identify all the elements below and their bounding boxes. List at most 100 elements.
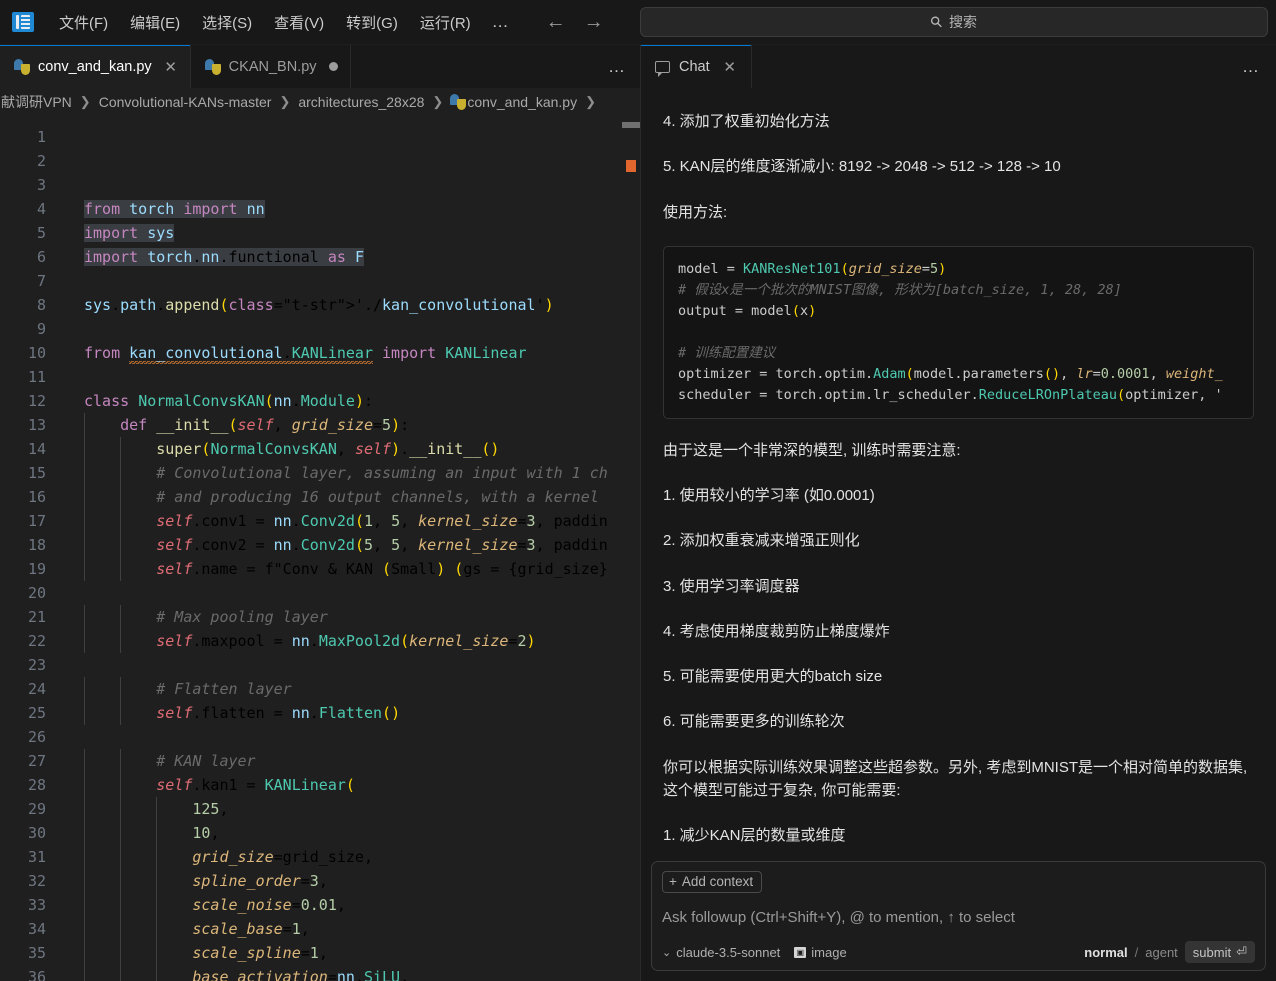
- code-line[interactable]: self.conv1 = nn.Conv2d(1, 5, kernel_size…: [62, 509, 640, 533]
- add-context-button[interactable]: + Add context: [662, 871, 763, 893]
- code-line[interactable]: grid_size=grid_size,: [62, 845, 640, 869]
- code-line[interactable]: sys.path.append(class="t-str">'./kan_con…: [62, 293, 640, 317]
- model-selector[interactable]: ⌄ claude-3.5-sonnet: [662, 945, 780, 960]
- code-block-line: # 假设x是一个批次的MNIST图像, 形状为[batch_size, 1, 2…: [678, 281, 1122, 298]
- indent-guide: [120, 773, 122, 797]
- menu-selection[interactable]: 选择(S): [193, 8, 261, 37]
- breadcrumb-item-1[interactable]: Convolutional-KANs-master: [98, 94, 273, 110]
- menu-file[interactable]: 文件(F): [50, 8, 117, 37]
- code-line[interactable]: [62, 725, 640, 749]
- line-number: 26: [27, 728, 46, 746]
- menu-overflow-button[interactable]: …: [482, 12, 520, 32]
- code-line-text: import sys: [84, 224, 175, 242]
- code-line[interactable]: 125,: [62, 797, 640, 821]
- chat-input-box[interactable]: + Add context Ask followup (Ctrl+Shift+Y…: [651, 861, 1266, 971]
- code-line[interactable]: base_activation=nn.SiLU,: [62, 965, 640, 981]
- code-line[interactable]: self.maxpool = nn.MaxPool2d(kernel_size=…: [62, 629, 640, 653]
- code-line[interactable]: scale_noise=0.01,: [62, 893, 640, 917]
- mode-normal-button[interactable]: normal: [1084, 945, 1127, 960]
- line-number: 32: [27, 872, 46, 890]
- line-number: 3: [36, 176, 46, 194]
- indent-guide: [120, 629, 122, 653]
- scrollbar-thumb[interactable]: [622, 122, 640, 128]
- indent-guide: [84, 749, 85, 773]
- chat-message-list[interactable]: 4. 添加了权重初始化方法 5. KAN层的维度逐渐减小: 8192 -> 20…: [641, 88, 1276, 855]
- line-number: 35: [27, 944, 46, 962]
- code-line[interactable]: from kan_convolutional.KANLinear import …: [62, 341, 640, 365]
- breadcrumb-item-3[interactable]: conv_and_kan.py: [466, 94, 578, 110]
- menu-view[interactable]: 查看(V): [265, 8, 333, 37]
- code-line[interactable]: self.flatten = nn.Flatten(): [62, 701, 640, 725]
- line-number: 20: [27, 584, 46, 602]
- code-line[interactable]: def __init__(self, grid_size=5):: [62, 413, 640, 437]
- code-line-text: scale_base=1,: [192, 920, 310, 938]
- code-line[interactable]: self.kan1 = KANLinear(: [62, 773, 640, 797]
- tab-chat[interactable]: Chat ✕: [641, 45, 752, 88]
- editor-more-actions-button[interactable]: …: [608, 45, 640, 88]
- followup-input-placeholder[interactable]: Ask followup (Ctrl+Shift+Y), @ to mentio…: [662, 909, 1255, 926]
- submit-button[interactable]: submit ⏎: [1184, 941, 1255, 963]
- tab-conv-and-kan[interactable]: conv_and_kan.py ✕: [0, 45, 191, 88]
- code-content[interactable]: from torch import nn import sys import tor…: [62, 115, 640, 981]
- image-attach-button[interactable]: ▣ image: [794, 945, 847, 960]
- menu-run[interactable]: 运行(R): [411, 8, 480, 37]
- breadcrumb-separator-icon: ❯: [432, 93, 444, 109]
- indent-guide: [156, 821, 158, 845]
- code-line-text: 10,: [192, 824, 220, 842]
- code-line[interactable]: # KAN layer: [62, 749, 640, 773]
- code-line[interactable]: scale_base=1,: [62, 917, 640, 941]
- code-line-text: # Flatten layer: [84, 680, 292, 698]
- editor-scrollbar[interactable]: [622, 115, 640, 981]
- code-line[interactable]: [62, 317, 640, 341]
- breadcrumb-item-0[interactable]: 献调研VPN: [0, 92, 73, 112]
- chat-input-footer: ⌄ claude-3.5-sonnet ▣ image normal / age…: [662, 931, 1255, 963]
- code-line[interactable]: 10,: [62, 821, 640, 845]
- code-line[interactable]: # Max pooling layer: [62, 605, 640, 629]
- menu-edit[interactable]: 编辑(E): [121, 8, 189, 37]
- back-arrow-icon[interactable]: ←: [546, 12, 566, 32]
- indent-guide: [120, 485, 122, 509]
- close-icon[interactable]: ✕: [723, 58, 737, 76]
- code-line[interactable]: [62, 269, 640, 293]
- tab-ckan-bn[interactable]: CKAN_BN.py: [190, 45, 351, 88]
- code-line[interactable]: [62, 581, 640, 605]
- code-line[interactable]: from torch import nn: [62, 197, 640, 221]
- code-line-text: from kan_convolutional.KANLinear import …: [84, 344, 527, 364]
- breadcrumb-separator-icon: ❯: [585, 93, 596, 109]
- dirty-indicator-icon: [328, 62, 338, 71]
- code-line[interactable]: [62, 365, 640, 389]
- code-line[interactable]: import torch.nn.functional as F: [62, 245, 640, 269]
- mode-agent-button[interactable]: agent: [1145, 945, 1178, 960]
- indent-guide: [156, 869, 158, 893]
- code-line[interactable]: import sys: [62, 221, 640, 245]
- code-line[interactable]: # Convolutional layer, assuming an input…: [62, 461, 640, 485]
- mode-separator: /: [1134, 944, 1139, 960]
- enter-key-icon: ⏎: [1236, 944, 1247, 959]
- indent-guide: [156, 797, 158, 821]
- code-line[interactable]: [62, 653, 640, 677]
- close-icon[interactable]: ✕: [164, 58, 178, 76]
- chat-code-block[interactable]: model = KANResNet101(grid_size=5) # 假设x是…: [663, 245, 1254, 419]
- code-line-text: # KAN layer: [84, 752, 256, 770]
- indent-guide: [120, 557, 122, 581]
- indent-guide: [84, 557, 85, 581]
- line-number: 7: [36, 272, 46, 290]
- code-editor[interactable]: 1 2 3 4 5 6 7 8 9 10 11 12 13 14 15 16 1…: [0, 115, 640, 981]
- code-line[interactable]: # and producing 16 output channels, with…: [62, 485, 640, 509]
- breadcrumb-item-2[interactable]: architectures_28x28: [297, 94, 425, 110]
- chat-message-line: 5. KAN层的维度逐渐减小: 8192 -> 2048 -> 512 -> 1…: [663, 158, 1061, 176]
- code-line[interactable]: self.name = f"Conv & KAN (Small) (gs = {…: [62, 557, 640, 581]
- menu-goto[interactable]: 转到(G): [337, 8, 407, 37]
- search-input[interactable]: ⚲ 搜索: [640, 7, 1268, 37]
- code-line[interactable]: spline_order=3,: [62, 869, 640, 893]
- code-line[interactable]: super(NormalConvsKAN, self).__init__(): [62, 437, 640, 461]
- submit-label: submit: [1192, 944, 1232, 960]
- chat-more-actions-button[interactable]: …: [1242, 45, 1276, 88]
- code-line[interactable]: scale_spline=1,: [62, 941, 640, 965]
- forward-arrow-icon[interactable]: →: [584, 12, 604, 32]
- code-line[interactable]: class NormalConvsKAN(nn.Module):: [62, 389, 640, 413]
- indent-guide: [120, 749, 122, 773]
- code-line[interactable]: self.conv2 = nn.Conv2d(5, 5, kernel_size…: [62, 533, 640, 557]
- code-line[interactable]: # Flatten layer: [62, 677, 640, 701]
